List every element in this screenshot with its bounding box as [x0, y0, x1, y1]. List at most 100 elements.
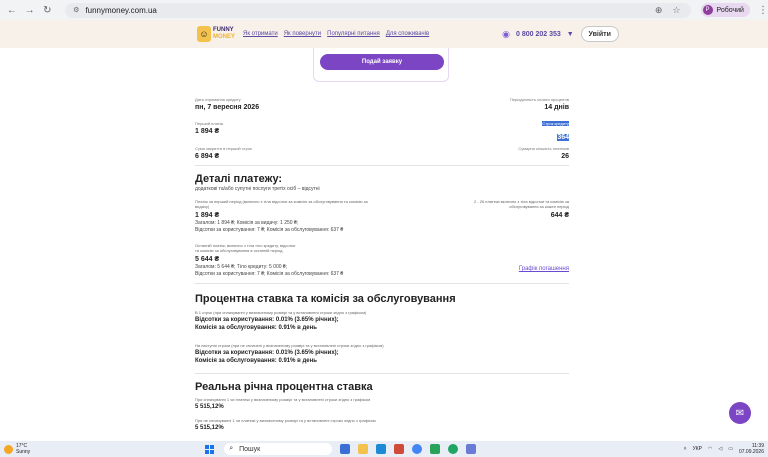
site-header: ☺ FUNNY MONEY Як отримати Як повернути П… — [0, 20, 768, 48]
forward-icon[interactable]: → — [24, 4, 36, 16]
file-explorer-icon[interactable] — [358, 444, 369, 454]
rates-first-note: В 1 строк (при сплачуванні у визначеному… — [195, 310, 367, 315]
last-payment-breakdown-1: Загалом: 5 644 ₴; Тіло кредиту: 5 000 ₴; — [195, 264, 288, 270]
nav-consumers[interactable]: Для споживачів — [386, 31, 429, 37]
last-payment-block: Останній платіж, включно з тіла тіло кре… — [195, 243, 569, 277]
mascot-icon: ☺ — [197, 26, 211, 42]
middle-payment-note: 2 - 26 платежі включно з тіла відсотки т… — [473, 199, 569, 209]
task-view-icon[interactable] — [340, 444, 351, 454]
count-label: Сумарна кількість платежів — [518, 146, 569, 151]
first-payment-label: Перший платіж — [195, 121, 224, 126]
windows-taskbar: 17°C Sunny ⌕ Пошук ˄ УКР ◠ ◁ ▭ 11:39 07.… — [0, 441, 768, 457]
term-value: 364 — [557, 134, 569, 141]
total-first-label: Сума закриття в перший строк — [195, 146, 252, 151]
last-payment-note-2: та комісію за обслуговування в останній … — [195, 248, 283, 253]
first-payment-block: Платіж за перший період (включно з тіла … — [195, 199, 569, 233]
count-value: 26 — [561, 153, 569, 160]
search-icon: ⌕ — [229, 445, 234, 452]
rates-next-note: На наступні строки (при не сплачені у ви… — [195, 343, 384, 348]
site-logo[interactable]: ☺ FUNNY MONEY — [197, 26, 235, 42]
edge-browser-icon[interactable] — [376, 444, 387, 454]
first-payment-value: 1 894 ₴ — [195, 128, 220, 135]
site-info-icon[interactable]: ⚙ — [73, 6, 79, 14]
weather-condition: Sunny — [16, 449, 31, 455]
apr-title: Реальна річна процентна ставка — [195, 381, 373, 393]
summary-row-3: Сума закриття в перший строк 6 894 ₴ Сум… — [195, 146, 569, 160]
apr-note-1: При сплачуванні 1 чи платежі у визначено… — [195, 397, 371, 402]
details-section: Деталі платежу: додаткові та/або супутні… — [195, 173, 569, 192]
rates-first-fee: Комісія за обслуговування: 0.91% в день — [195, 325, 317, 331]
last-payment-breakdown-2: Відсотки за користування: 7 ₴; Комісія з… — [195, 271, 344, 277]
sun-icon — [4, 444, 13, 454]
chevron-up-icon[interactable]: ˄ — [684, 446, 687, 452]
total-first-value: 6 894 ₴ — [195, 153, 220, 160]
first-payment-breakdown-2: Відсотки за користування: 7 ₴; Комісія з… — [195, 227, 344, 233]
summary-row-1: Дата отримання кредиту пн, 7 вересня 202… — [195, 97, 569, 111]
middle-payment-amount: 644 ₴ — [550, 212, 569, 219]
main-nav: Як отримати Як повернути Популярні питан… — [243, 31, 435, 37]
zoom-icon[interactable]: ⊕ — [655, 5, 663, 16]
phone-number[interactable]: 0 800 202 353 — [516, 31, 561, 38]
weather-widget[interactable]: 17°C Sunny — [4, 443, 30, 455]
period-value: 14 днів — [544, 104, 569, 111]
rates-first-interest: Відсотки за користування: 0.01% (3.65% р… — [195, 317, 339, 323]
apr-value-1: 5 515,12% — [195, 404, 224, 410]
rates-next-interest: Відсотки за користування: 0.01% (3.65% р… — [195, 350, 339, 356]
url-text: funnymoney.com.ua — [85, 5, 157, 15]
summary-row-2: Перший платіж 1 894 ₴ Строк кредиту 364 — [195, 121, 569, 141]
rates-next-block: На наступні строки (при не сплачені у ви… — [195, 343, 569, 364]
term-label: Строк кредиту — [542, 121, 569, 126]
language-indicator[interactable]: УКР — [693, 446, 702, 452]
apr-section: Реальна річна процентна ставка При сплач… — [195, 381, 569, 431]
rates-next-fee: Комісія за обслуговування: 0.91% в день — [195, 358, 317, 364]
avatar: Р — [702, 5, 713, 15]
nav-how-to-get[interactable]: Як отримати — [243, 31, 278, 37]
taskbar-search[interactable]: ⌕ Пошук — [224, 443, 333, 455]
app-icon[interactable] — [430, 444, 441, 454]
back-icon[interactable]: ← — [6, 4, 18, 16]
apply-card: Подай заявку — [313, 48, 449, 82]
chevron-down-icon[interactable]: ▼ — [567, 31, 574, 38]
first-payment-breakdown-1: Загалом: 1 894 ₴; Комісія за видачу: 1 2… — [195, 220, 299, 226]
wifi-icon[interactable]: ◠ — [708, 446, 712, 452]
divider — [195, 165, 569, 166]
date: 07.09.2026 — [738, 449, 764, 455]
office-icon[interactable] — [394, 444, 405, 454]
chat-icon[interactable]: ✉ — [729, 402, 751, 424]
rates-title: Процентна ставка та комісія за обслугову… — [195, 293, 456, 305]
chrome-icon[interactable] — [412, 444, 423, 454]
last-payment-amount: 5 644 ₴ — [195, 256, 220, 263]
apr-note-2: При не сплачуванні 1 чи платежі у визнач… — [195, 418, 376, 423]
profile-button[interactable]: Р Робочий — [700, 3, 750, 17]
browser-toolbar: ← → ↻ ⚙ funnymoney.com.ua ⊕ ☆ Р Робочий … — [0, 0, 768, 20]
divider — [195, 283, 569, 284]
clock[interactable]: 11:39 07.09.2026 — [739, 443, 764, 455]
kebab-menu-icon[interactable]: ⋮ — [758, 5, 768, 16]
volume-icon[interactable]: ◁ — [718, 446, 722, 452]
submit-application-button[interactable]: Подай заявку — [320, 54, 444, 70]
system-tray: ˄ УКР ◠ ◁ ▭ 11:39 07.09.2026 — [678, 441, 764, 457]
login-button[interactable]: Увійти — [580, 26, 619, 42]
logo-line1: FUNNY — [213, 27, 234, 33]
search-label: Пошук — [239, 445, 261, 453]
payment-schedule-link[interactable]: Графік погашення — [519, 266, 569, 272]
nav-how-to-repay[interactable]: Як повернути — [284, 31, 321, 37]
torrent-icon[interactable] — [448, 444, 459, 454]
first-payment-note: Платіж за перший період (включно з тіла … — [195, 199, 368, 209]
reload-icon[interactable]: ↻ — [41, 4, 53, 16]
logo-line2: MONEY — [213, 34, 236, 40]
nav-faq[interactable]: Популярні питання — [327, 31, 380, 37]
details-subtitle: додаткові та/або супутні послуги третіх … — [195, 186, 320, 192]
apr-value-2: 5 515,12% — [195, 425, 224, 431]
address-bar[interactable]: ⚙ funnymoney.com.ua ⊕ ☆ — [65, 2, 691, 18]
eye-icon[interactable]: ◉ — [502, 29, 510, 40]
bookmark-star-icon[interactable]: ☆ — [672, 5, 680, 16]
divider — [195, 373, 569, 374]
battery-icon[interactable]: ▭ — [728, 446, 733, 452]
profile-label: Робочий — [716, 6, 744, 14]
details-title: Деталі платежу: — [195, 173, 283, 185]
windows-start-icon[interactable] — [205, 444, 215, 454]
rates-section: Процентна ставка та комісія за обслугову… — [195, 293, 569, 331]
period-label: Періодичність сплати процентів — [509, 97, 569, 102]
app-icon[interactable] — [466, 444, 477, 454]
